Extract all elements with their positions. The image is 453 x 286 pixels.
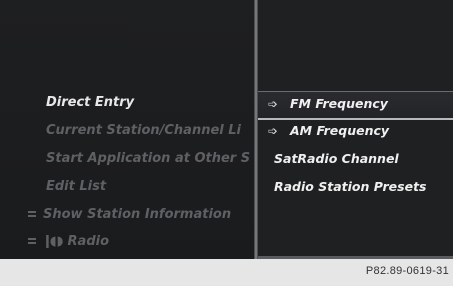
menu-item-current-station-list[interactable]: Current Station/Channel Li bbox=[46, 121, 252, 141]
fm-frequency-label: FM Frequency bbox=[290, 96, 388, 111]
option-fm-frequency[interactable]: ➩ FM Frequency bbox=[268, 93, 388, 115]
menu-bullet-icon bbox=[28, 237, 36, 244]
menu-item-radio[interactable]: ǀ◖◗ Radio bbox=[28, 232, 252, 252]
option-radio-station-presets[interactable]: Radio Station Presets bbox=[274, 176, 427, 198]
menu-item-show-station-information[interactable]: Show Station Information bbox=[28, 205, 252, 225]
arrow-into-icon: ➩ bbox=[268, 97, 279, 111]
display-screen: Direct Entry Current Station/Channel Li … bbox=[0, 0, 453, 259]
menu-item-edit-list[interactable]: Edit List bbox=[46, 177, 252, 197]
radio-wave-icon: ǀ◖◗ bbox=[45, 234, 64, 249]
show-info-label: Show Station Information bbox=[43, 207, 232, 222]
figure-code: P82.89-0619-31 bbox=[365, 265, 449, 277]
left-menu-panel: Direct Entry Current Station/Channel Li … bbox=[0, 0, 254, 259]
option-satradio-channel[interactable]: SatRadio Channel bbox=[274, 148, 399, 170]
am-frequency-label: AM Frequency bbox=[290, 123, 390, 138]
radio-label: Radio bbox=[67, 234, 110, 249]
menu-item-direct-entry[interactable]: Direct Entry bbox=[46, 93, 252, 113]
figure-footer: P82.89-0619-31 bbox=[0, 259, 453, 286]
menu-item-start-application[interactable]: Start Application at Other S bbox=[46, 149, 252, 169]
menu-bullet-icon bbox=[28, 210, 36, 217]
option-am-frequency[interactable]: ➩ AM Frequency bbox=[268, 120, 389, 142]
arrow-into-icon: ➩ bbox=[268, 124, 279, 138]
